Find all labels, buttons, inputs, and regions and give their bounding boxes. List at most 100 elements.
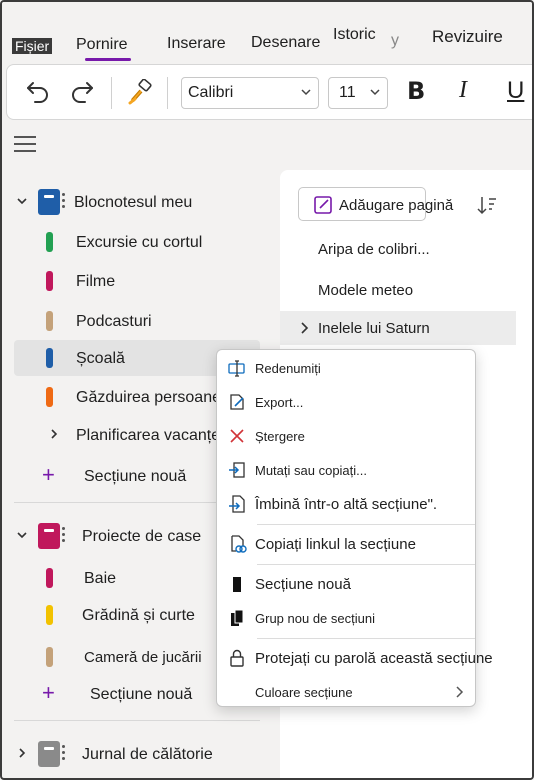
new-section-label: Secțiune nouă [90,686,193,703]
format-painter-button[interactable] [125,77,155,107]
notebook-item[interactable]: Jurnal de călătorie [2,736,262,772]
page-item[interactable]: Modele meteo [280,273,516,307]
section-item[interactable]: Podcasturi [14,303,260,339]
menu-separator [257,638,475,639]
menu-item-label: Ștergere [255,429,305,444]
menu-item-label: Culoare secțiune [255,685,353,700]
menu-item-label: Grup nou de secțiuni [255,611,375,626]
menu-icon-line [14,136,36,138]
toolbar-divider [111,77,112,109]
notebook-label: Blocnotesul meu [74,194,193,211]
notebook-binding-icon [62,527,65,545]
menu-item-merge[interactable]: Îmbină într-o altă secțiune". [217,488,475,520]
section-label: Școală [76,350,125,367]
menu-separator [257,564,475,565]
merge-icon [229,495,245,513]
section-color-tab [46,271,53,291]
tab-file[interactable]: Fișier [12,38,53,54]
tab-review[interactable]: Revizuire [432,27,503,47]
section-context-menu: Redenumiți Export... Ștergere Mutați sau… [216,349,493,708]
section-label: Podcasturi [76,313,152,330]
notebook-item[interactable]: Blocnotesul meu [2,184,262,220]
redo-button[interactable] [67,77,97,107]
notebook-binding-icon [62,745,65,763]
notebook-icon [38,741,60,767]
sort-icon[interactable] [476,194,498,216]
tab-draw[interactable]: Desenare [251,34,320,52]
font-family-select[interactable]: Calibri [181,77,319,109]
chevron-right-icon [19,748,26,758]
underline-button[interactable]: U [507,77,524,105]
menu-item-new-section-group[interactable]: Grup nou de secțiuni [217,602,475,634]
chevron-down-icon [17,532,27,539]
menu-item-label: Îmbină într-o altă secțiune". [255,496,438,513]
delete-icon [230,429,244,443]
menu-item-label: Redenumiți [255,361,321,376]
navigation-toggle-button[interactable] [14,136,36,154]
tab-home-label: Pornire [76,36,128,53]
chevron-right-icon [51,429,58,439]
menu-icon-line [14,150,36,152]
section-label: Găzduirea persoanelor [76,389,239,406]
page-item-selected[interactable]: Inelele lui Saturn [280,311,516,345]
section-label: Filme [76,273,116,290]
toolbar-divider [167,77,168,109]
menu-icon-line [14,143,36,145]
menu-item-delete[interactable]: Ștergere [217,420,475,452]
page-item[interactable]: Aripa de colibri... [280,232,516,266]
section-label: Baie [84,570,117,587]
menu-item-export[interactable]: Export... [217,386,475,418]
section-color-tab [46,605,53,625]
menu-item-copy-link[interactable]: Copiați linkul la secțiune [217,528,475,560]
link-icon [231,535,247,553]
add-page-button[interactable]: Adăugare pagină [298,187,453,221]
page-label: Inelele lui Saturn [318,320,430,337]
notebook-icon [38,523,60,549]
menu-item-label: Protejați cu parolă această secțiune [255,650,493,667]
tab-insert[interactable]: Inserare [167,35,226,53]
section-label: Excursie cu cortul [76,234,203,251]
menu-item-password-protect[interactable]: Protejați cu parolă această secțiune [217,642,493,674]
tab-home[interactable]: Pornire [76,36,131,61]
add-page-icon [314,196,332,214]
new-section-label: Secțiune nouă [84,468,187,485]
tab-view[interactable]: y [391,32,399,50]
section-color-tab [46,387,53,407]
font-size-select[interactable]: 11 [328,77,388,109]
section-color-tab [46,311,53,331]
menu-item-new-section[interactable]: Secțiune nouă [217,568,475,600]
undo-button[interactable] [23,77,53,107]
section-label: Planificarea vacanțelor [76,427,238,444]
font-family-value: Calibri [188,84,234,101]
home-toolbar: Calibri 11 B I U [6,64,532,120]
lock-icon [230,649,244,667]
menu-item-label: Export... [255,395,304,410]
rename-icon [228,360,245,377]
notebook-label: Jurnal de călătorie [82,746,213,763]
plus-icon: + [42,680,55,705]
bold-button[interactable]: B [407,77,425,105]
italic-button[interactable]: I [459,77,467,104]
active-tab-indicator [85,58,131,61]
notebook-label: Proiecte de case [82,528,202,545]
onenote-window: Fișier Pornire Inserare Desenare Istoric… [0,0,534,780]
format-painter-icon [128,79,152,105]
chevron-down-icon [301,89,311,96]
section-label: Cameră de jucării [84,649,202,666]
add-page-label: Adăugare pagină [339,197,454,214]
page-label: Aripa de colibri... [318,241,430,258]
section-color-tab [46,568,53,588]
menu-item-section-color[interactable]: Culoare secțiune [217,676,475,708]
section-color-tab [46,647,53,667]
section-item[interactable]: Filme [14,263,260,299]
section-color-tab [46,348,53,368]
chevron-right-icon [301,322,309,334]
notebook-divider [14,720,260,721]
undo-icon [27,82,48,103]
menu-item-move-copy[interactable]: Mutați sau copiați... [217,454,475,486]
page-label: Modele meteo [318,282,414,299]
menu-item-rename[interactable]: Redenumiți [217,352,475,384]
tab-history[interactable]: Istoric [333,26,376,44]
section-item[interactable]: Excursie cu cortul [14,224,260,260]
plus-icon: + [42,462,55,487]
